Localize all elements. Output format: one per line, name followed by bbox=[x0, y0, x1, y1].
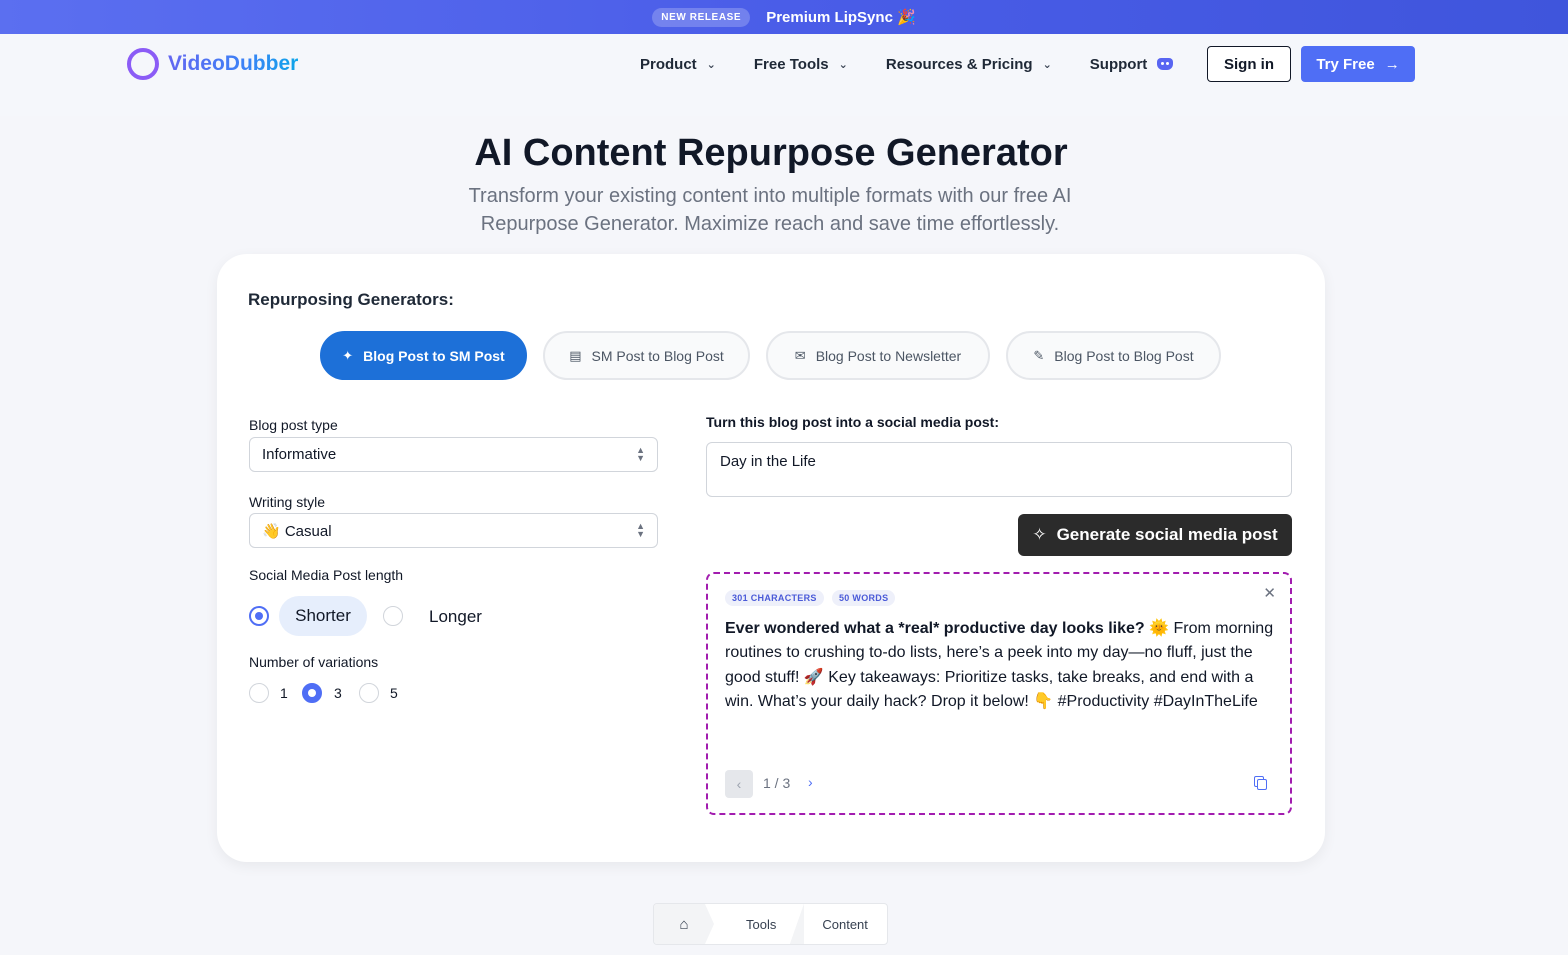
blog-type-select[interactable]: Informative ▲ ▼ bbox=[249, 437, 658, 472]
blog-post-input[interactable]: Day in the Life bbox=[706, 442, 1292, 497]
tab-sm-to-blog[interactable]: ▤ SM Post to Blog Post bbox=[543, 331, 750, 380]
breadcrumb-separator bbox=[790, 904, 805, 944]
bird-icon: ✦ bbox=[342, 347, 354, 363]
result-panel: 301 CHARACTERS 50 WORDS ✕ Ever wondered … bbox=[706, 572, 1292, 815]
writing-style-select[interactable]: 👋 Casual ▲ ▼ bbox=[249, 513, 658, 548]
length-longer-radio[interactable] bbox=[383, 606, 403, 626]
mail-icon: ✉ bbox=[794, 347, 806, 363]
nav-product[interactable]: Product ⌄ bbox=[640, 56, 716, 73]
tab-label: Blog Post to Blog Post bbox=[1054, 347, 1194, 364]
nav-free-tools[interactable]: Free Tools ⌄ bbox=[754, 56, 848, 73]
nav-support[interactable]: Support bbox=[1090, 56, 1174, 73]
breadcrumb-content[interactable]: Content bbox=[804, 904, 884, 944]
post-headline: Ever wondered what a *real* productive d… bbox=[725, 620, 1170, 637]
tab-label: SM Post to Blog Post bbox=[591, 347, 724, 364]
site-header: VideoDubber Product ⌄ Free Tools ⌄ Resou… bbox=[0, 34, 1568, 116]
length-label: Social Media Post length bbox=[249, 567, 404, 583]
writing-style-value: 👋 Casual bbox=[262, 522, 332, 540]
announcement-bar[interactable]: NEW RELEASE Premium LipSync 🎉 bbox=[0, 0, 1568, 34]
previous-variation-button[interactable]: ‹ bbox=[725, 770, 753, 798]
length-shorter-option[interactable]: Shorter bbox=[279, 596, 367, 636]
new-release-badge: NEW RELEASE bbox=[652, 7, 751, 27]
generate-label: Generate social media post bbox=[1056, 525, 1278, 544]
home-icon[interactable]: ⌂ bbox=[654, 904, 714, 944]
generated-post: Ever wondered what a *real* productive d… bbox=[725, 617, 1277, 715]
variations-label: Number of variations bbox=[249, 654, 379, 670]
generators-heading: Repurposing Generators: bbox=[248, 290, 454, 309]
generate-button[interactable]: ✧ Generate social media post bbox=[1018, 514, 1292, 556]
next-variation-button[interactable]: › bbox=[808, 774, 813, 790]
nav-product-label: Product bbox=[640, 55, 697, 73]
page-subtitle: Transform your existing content into mul… bbox=[468, 185, 1072, 235]
length-shorter-radio[interactable] bbox=[249, 606, 269, 626]
length-longer-option[interactable]: Longer bbox=[429, 607, 482, 627]
tab-label: Blog Post to SM Post bbox=[363, 347, 505, 364]
generator-card: Repurposing Generators: ✦ Blog Post to S… bbox=[217, 254, 1325, 862]
discord-icon bbox=[1157, 58, 1174, 70]
nav-resources-label: Resources & Pricing bbox=[885, 55, 1033, 73]
nav-resources-pricing[interactable]: Resources & Pricing ⌄ bbox=[886, 56, 1052, 73]
updown-icon: ▲ ▼ bbox=[636, 521, 645, 539]
blog-input-label: Turn this blog post into a social media … bbox=[706, 414, 999, 430]
variation-3-radio[interactable] bbox=[302, 683, 322, 703]
tab-blog-to-blog[interactable]: ✎ Blog Post to Blog Post bbox=[1006, 331, 1221, 380]
variation-5-label: 5 bbox=[390, 685, 398, 701]
tab-label: Blog Post to Newsletter bbox=[815, 347, 962, 364]
nav-free-tools-label: Free Tools bbox=[753, 55, 829, 73]
chevron-down-icon: ⌄ bbox=[706, 58, 716, 71]
arrow-right-icon: → bbox=[1384, 55, 1400, 73]
blog-type-value: Informative bbox=[262, 446, 337, 463]
variation-1-radio[interactable] bbox=[249, 683, 269, 703]
try-free-label: Try Free bbox=[1316, 55, 1375, 73]
close-icon[interactable]: ✕ bbox=[1263, 584, 1276, 602]
main-nav: Product ⌄ Free Tools ⌄ Resources & Prici… bbox=[640, 46, 1174, 82]
chevron-down-icon: ⌄ bbox=[838, 58, 848, 71]
writing-style-label: Writing style bbox=[249, 494, 325, 510]
breadcrumb-tools[interactable]: Tools bbox=[714, 904, 790, 944]
tab-blog-to-sm[interactable]: ✦ Blog Post to SM Post bbox=[320, 331, 527, 380]
copy-icon[interactable] bbox=[1254, 776, 1268, 790]
announcement-message[interactable]: Premium LipSync 🎉 bbox=[766, 8, 916, 26]
variation-3-label: 3 bbox=[334, 685, 342, 701]
sparkles-icon: ✧ bbox=[1032, 525, 1047, 544]
logo-ring-icon bbox=[127, 48, 159, 80]
characters-badge: 301 CHARACTERS bbox=[725, 590, 824, 606]
words-badge: 50 WORDS bbox=[832, 590, 896, 606]
page-title: AI Content Repurpose Generator bbox=[474, 132, 1068, 174]
brand-name: VideoDubber bbox=[168, 52, 299, 75]
tab-blog-to-newsletter[interactable]: ✉ Blog Post to Newsletter bbox=[766, 331, 990, 380]
document-icon: ▤ bbox=[569, 347, 582, 363]
pencil-icon: ✎ bbox=[1033, 347, 1045, 363]
blog-type-label: Blog post type bbox=[249, 417, 338, 433]
brand-logo[interactable]: VideoDubber bbox=[127, 48, 298, 80]
variation-pager: 1 / 3 bbox=[763, 775, 791, 791]
variation-1-label: 1 bbox=[280, 685, 288, 701]
try-free-button[interactable]: Try Free → bbox=[1301, 46, 1415, 82]
updown-icon: ▲ ▼ bbox=[636, 445, 645, 463]
variation-5-radio[interactable] bbox=[359, 683, 379, 703]
breadcrumb: ⌂ Tools Content bbox=[653, 903, 888, 945]
chevron-down-icon: ⌄ bbox=[1042, 58, 1052, 71]
sign-in-button[interactable]: Sign in bbox=[1207, 46, 1291, 82]
nav-support-label: Support bbox=[1089, 55, 1148, 73]
